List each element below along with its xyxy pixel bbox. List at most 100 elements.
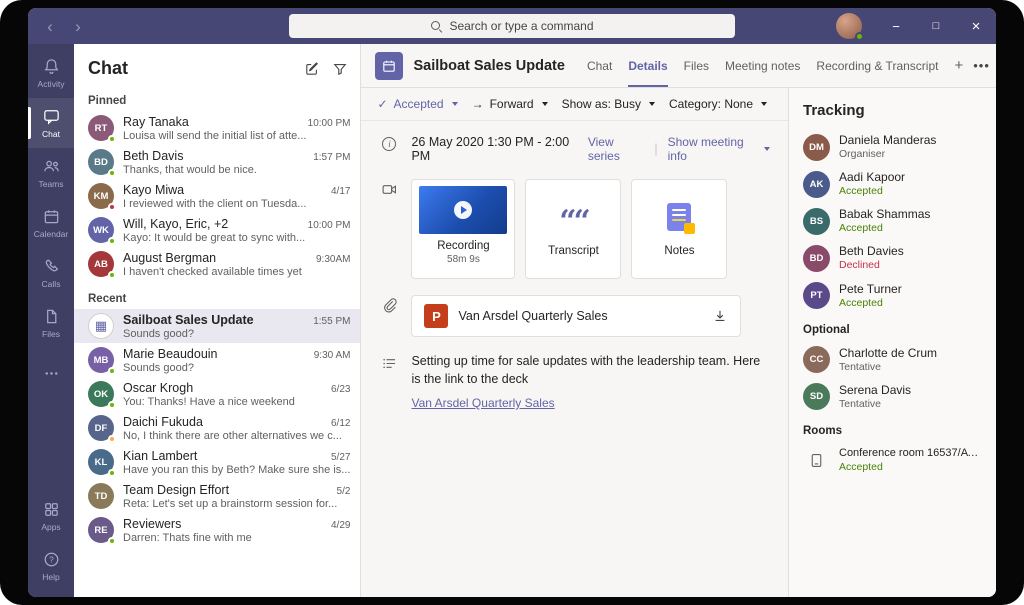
recording-thumbnail	[419, 186, 507, 234]
sidebar-item-calls[interactable]: Calls	[28, 248, 74, 298]
sidebar-item-teams[interactable]: Teams	[28, 148, 74, 198]
chat-item-meta: Ray Tanaka 10:00 PM Louisa will send the…	[123, 115, 350, 142]
room-row[interactable]: Conference room 16537/AV/13 Accepted	[803, 447, 982, 474]
deck-link[interactable]: Van Arsdel Quarterly Sales	[411, 396, 554, 410]
ellipsis-icon	[42, 364, 61, 383]
avatar-initials: DM	[803, 134, 830, 161]
show-meeting-info-link[interactable]: Show meeting info	[668, 135, 770, 163]
chat-list-item[interactable]: ▦ Sailboat Sales Update 1:55 PM Sounds g…	[74, 309, 360, 343]
tab-meeting-notes[interactable]: Meeting notes	[725, 44, 800, 87]
maximize-button[interactable]	[916, 8, 956, 44]
meeting-toolbar: Accepted Forward Show as: Busy	[361, 88, 788, 121]
play-icon	[454, 201, 472, 219]
chat-list-item[interactable]: MB Marie Beaudouin 9:30 AM Sounds good?	[74, 343, 360, 377]
recording-label: Recording	[437, 240, 489, 252]
details-panel: Accepted Forward Show as: Busy	[361, 88, 788, 597]
chat-item-time: 1:57 PM	[313, 152, 350, 163]
chat-item-time: 9:30AM	[316, 254, 350, 265]
chat-item-name: Team Design Effort	[123, 483, 332, 497]
chat-item-name: Kayo Miwa	[123, 183, 326, 197]
sidebar-item-activity[interactable]: Activity	[28, 48, 74, 98]
presence-indicator	[108, 135, 116, 143]
minimize-button[interactable]	[876, 8, 916, 44]
chat-item-preview: Reta: Let's set up a brainstorm session …	[123, 498, 350, 510]
avatar-initials: ▦	[88, 313, 114, 339]
chat-list-item[interactable]: RT Ray Tanaka 10:00 PM Louisa will send …	[74, 111, 360, 145]
attendee-name: Pete Turner	[839, 282, 902, 297]
attendee-name: Charlotte de Crum	[839, 346, 937, 361]
sidebar-item-chat[interactable]: Chat	[28, 98, 74, 148]
forward-dropdown[interactable]: Forward	[472, 97, 548, 111]
rsvp-accepted-dropdown[interactable]: Accepted	[377, 97, 457, 111]
chat-list-item[interactable]: WK Will, Kayo, Eric, +2 10:00 PM Kayo: I…	[74, 213, 360, 247]
avatar: KM	[88, 183, 114, 209]
sidebar-item-files[interactable]: Files	[28, 298, 74, 348]
chat-list-item[interactable]: KL Kian Lambert 5/27 Have you ran this b…	[74, 445, 360, 479]
chat-list-item[interactable]: AB August Bergman 9:30AM I haven't check…	[74, 247, 360, 281]
sidebar-item-more[interactable]	[28, 348, 74, 398]
recording-card[interactable]: Recording 58m 9s	[411, 179, 515, 279]
rooms-section-label: Rooms	[803, 425, 982, 437]
chat-list-item[interactable]: KM Kayo Miwa 4/17 I reviewed with the cl…	[74, 179, 360, 213]
chat-item-time: 6/12	[331, 418, 350, 429]
notes-card[interactable]: Notes	[631, 179, 727, 279]
user-avatar[interactable]	[836, 13, 862, 39]
chat-item-name: Ray Tanaka	[123, 115, 303, 129]
chat-item-preview: Thanks, that would be nice.	[123, 164, 350, 176]
room-icon	[803, 452, 830, 469]
sidebar-item-calendar[interactable]: Calendar	[28, 198, 74, 248]
search-input[interactable]: Search or type a command	[289, 14, 735, 38]
media-row: Recording 58m 9s Transcript	[379, 179, 770, 279]
new-chat-icon[interactable]	[304, 61, 320, 77]
filter-icon[interactable]	[332, 61, 348, 77]
pinned-chat-list: RT Ray Tanaka 10:00 PM Louisa will send …	[74, 111, 360, 281]
chat-item-preview: Have you ran this by Beth? Make sure she…	[123, 464, 350, 476]
chat-item-time: 5/27	[331, 452, 350, 463]
sidebar-item-apps[interactable]: Apps	[28, 491, 74, 541]
chat-item-meta: Will, Kayo, Eric, +2 10:00 PM Kayo: It w…	[123, 217, 350, 244]
download-icon[interactable]	[712, 308, 728, 324]
app-body: Activity Chat Teams Calendar Calls Files	[28, 44, 996, 597]
chat-list-scroll[interactable]: Pinned RT Ray Tanaka 10:00	[74, 89, 360, 597]
transcript-card[interactable]: Transcript	[525, 179, 621, 279]
attendee-row[interactable]: PT Pete Turner Accepted	[803, 282, 982, 310]
forward-icon[interactable]	[72, 18, 84, 35]
chevron-down-icon	[764, 147, 770, 151]
chat-item-name: Marie Beaudouin	[123, 347, 309, 361]
tab-recording-transcript[interactable]: Recording & Transcript	[816, 44, 938, 87]
recent-section-label: Recent	[74, 287, 360, 309]
rail-label: Help	[42, 572, 59, 582]
tab-details[interactable]: Details	[628, 44, 667, 87]
meeting-details-content: 26 May 2020 1:30 PM - 2:00 PM View serie…	[361, 121, 788, 597]
back-icon[interactable]	[44, 18, 56, 35]
attendee-row[interactable]: DM Daniela Manderas Organiser	[803, 133, 982, 161]
attendee-name: Daniela Manderas	[839, 133, 936, 148]
chat-list-item[interactable]: BD Beth Davis 1:57 PM Thanks, that would…	[74, 145, 360, 179]
attendee-row[interactable]: SD Serena Davis Tentative	[803, 383, 982, 411]
chevron-down-icon	[761, 102, 767, 106]
teams-icon	[42, 157, 61, 176]
view-series-link[interactable]: View series	[588, 135, 645, 163]
chat-list-item[interactable]: DF Daichi Fukuda 6/12 No, I think there …	[74, 411, 360, 445]
chat-list-item[interactable]: TD Team Design Effort 5/2 Reta: Let's se…	[74, 479, 360, 513]
history-nav	[28, 18, 84, 35]
tab-chat[interactable]: Chat	[587, 44, 612, 87]
attendee-row[interactable]: AK Aadi Kapoor Accepted	[803, 170, 982, 198]
sidebar-item-help[interactable]: ? Help	[28, 541, 74, 591]
add-tab-icon[interactable]	[954, 44, 963, 87]
tab-files[interactable]: Files	[684, 44, 709, 87]
category-dropdown[interactable]: Category: None	[669, 97, 767, 111]
chat-list-item[interactable]: RE Reviewers 4/29 Darren: Thats fine wit…	[74, 513, 360, 547]
close-button[interactable]	[956, 8, 996, 44]
show-as-dropdown[interactable]: Show as: Busy	[562, 97, 655, 111]
chat-item-name: Kian Lambert	[123, 449, 326, 463]
forward-arrow-icon	[472, 97, 484, 111]
attendee-row[interactable]: BS Babak Shammas Accepted	[803, 207, 982, 235]
avatar: KL	[88, 449, 114, 475]
attachment-card[interactable]: P Van Arsdel Quarterly Sales	[411, 295, 741, 337]
attendee-row[interactable]: BD Beth Davies Declined	[803, 244, 982, 272]
more-options-icon[interactable]	[973, 58, 990, 73]
chat-list-item[interactable]: OK Oscar Krogh 6/23 You: Thanks! Have a …	[74, 377, 360, 411]
svg-text:?: ?	[49, 555, 54, 564]
attendee-row[interactable]: CC Charlotte de Crum Tentative	[803, 346, 982, 374]
